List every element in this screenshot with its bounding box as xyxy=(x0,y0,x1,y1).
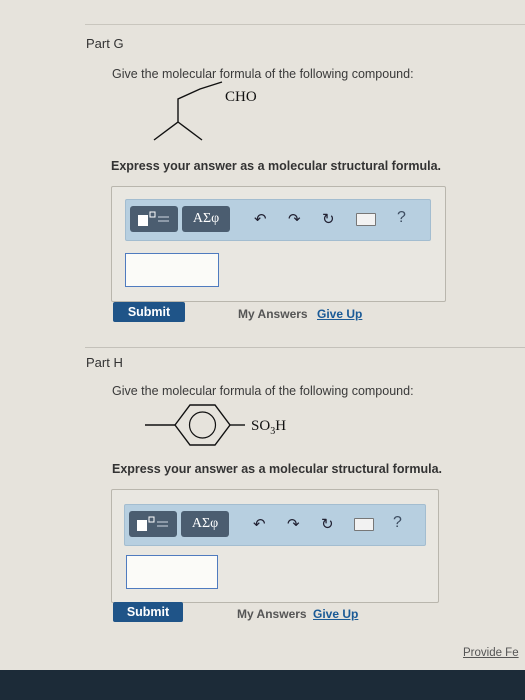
part-g-my-answers-link[interactable]: My Answers xyxy=(238,307,308,321)
part-h-title: Part H xyxy=(86,355,123,370)
templates-icon xyxy=(137,516,168,531)
part-h-toolbar: ΑΣφ ↶ ↷ ↻ ? xyxy=(124,504,426,546)
part-g-submit-button[interactable]: Submit xyxy=(113,302,185,322)
part-h-my-answers-link[interactable]: My Answers xyxy=(237,607,307,621)
part-h-benzene-diagram xyxy=(145,404,245,446)
part-h-give-up-link[interactable]: Give Up xyxy=(313,607,358,621)
template-icon[interactable] xyxy=(129,511,177,537)
undo-icon[interactable]: ↶ xyxy=(253,515,266,533)
part-g-title: Part G xyxy=(86,36,124,51)
part-g-structure-diagram xyxy=(153,81,223,141)
keyboard-icon[interactable] xyxy=(356,213,376,226)
greek-symbols-button[interactable]: ΑΣφ xyxy=(181,511,229,537)
help-button[interactable]: ? xyxy=(397,209,406,227)
bottom-bar xyxy=(0,670,525,700)
section-divider xyxy=(85,347,525,348)
undo-icon[interactable]: ↶ xyxy=(254,210,267,228)
redo-icon[interactable]: ↷ xyxy=(287,515,300,533)
part-g-substituent-label: CHO xyxy=(225,89,257,105)
part-g-answer-editor: ΑΣφ ↶ ↷ ↻ ? xyxy=(111,186,446,302)
greek-symbols-button[interactable]: ΑΣφ xyxy=(182,206,230,232)
templates-icon xyxy=(138,211,169,226)
redo-icon[interactable]: ↷ xyxy=(288,210,301,228)
template-icon[interactable] xyxy=(130,206,178,232)
part-g-answer-input[interactable] xyxy=(125,253,219,287)
part-h-substituent-label: SO3H xyxy=(251,418,287,437)
provide-feedback-link[interactable]: Provide Fe xyxy=(463,647,519,659)
keyboard-icon[interactable] xyxy=(354,518,374,531)
reset-icon[interactable]: ↻ xyxy=(321,515,334,533)
help-button[interactable]: ? xyxy=(393,514,402,532)
part-h-prompt: Give the molecular formula of the follow… xyxy=(112,384,414,398)
part-g-prompt: Give the molecular formula of the follow… xyxy=(112,67,414,81)
top-divider xyxy=(85,24,525,25)
part-g-toolbar: ΑΣφ ↶ ↷ ↻ ? xyxy=(125,199,431,241)
part-h-instructions: Express your answer as a molecular struc… xyxy=(112,462,442,476)
part-g-instructions: Express your answer as a molecular struc… xyxy=(111,159,441,173)
part-h-answer-editor: ΑΣφ ↶ ↷ ↻ ? xyxy=(111,489,439,603)
part-g-give-up-link[interactable]: Give Up xyxy=(317,307,362,321)
part-h-submit-button[interactable]: Submit xyxy=(113,602,183,622)
part-h-answer-input[interactable] xyxy=(126,555,218,589)
reset-icon[interactable]: ↻ xyxy=(322,210,335,228)
